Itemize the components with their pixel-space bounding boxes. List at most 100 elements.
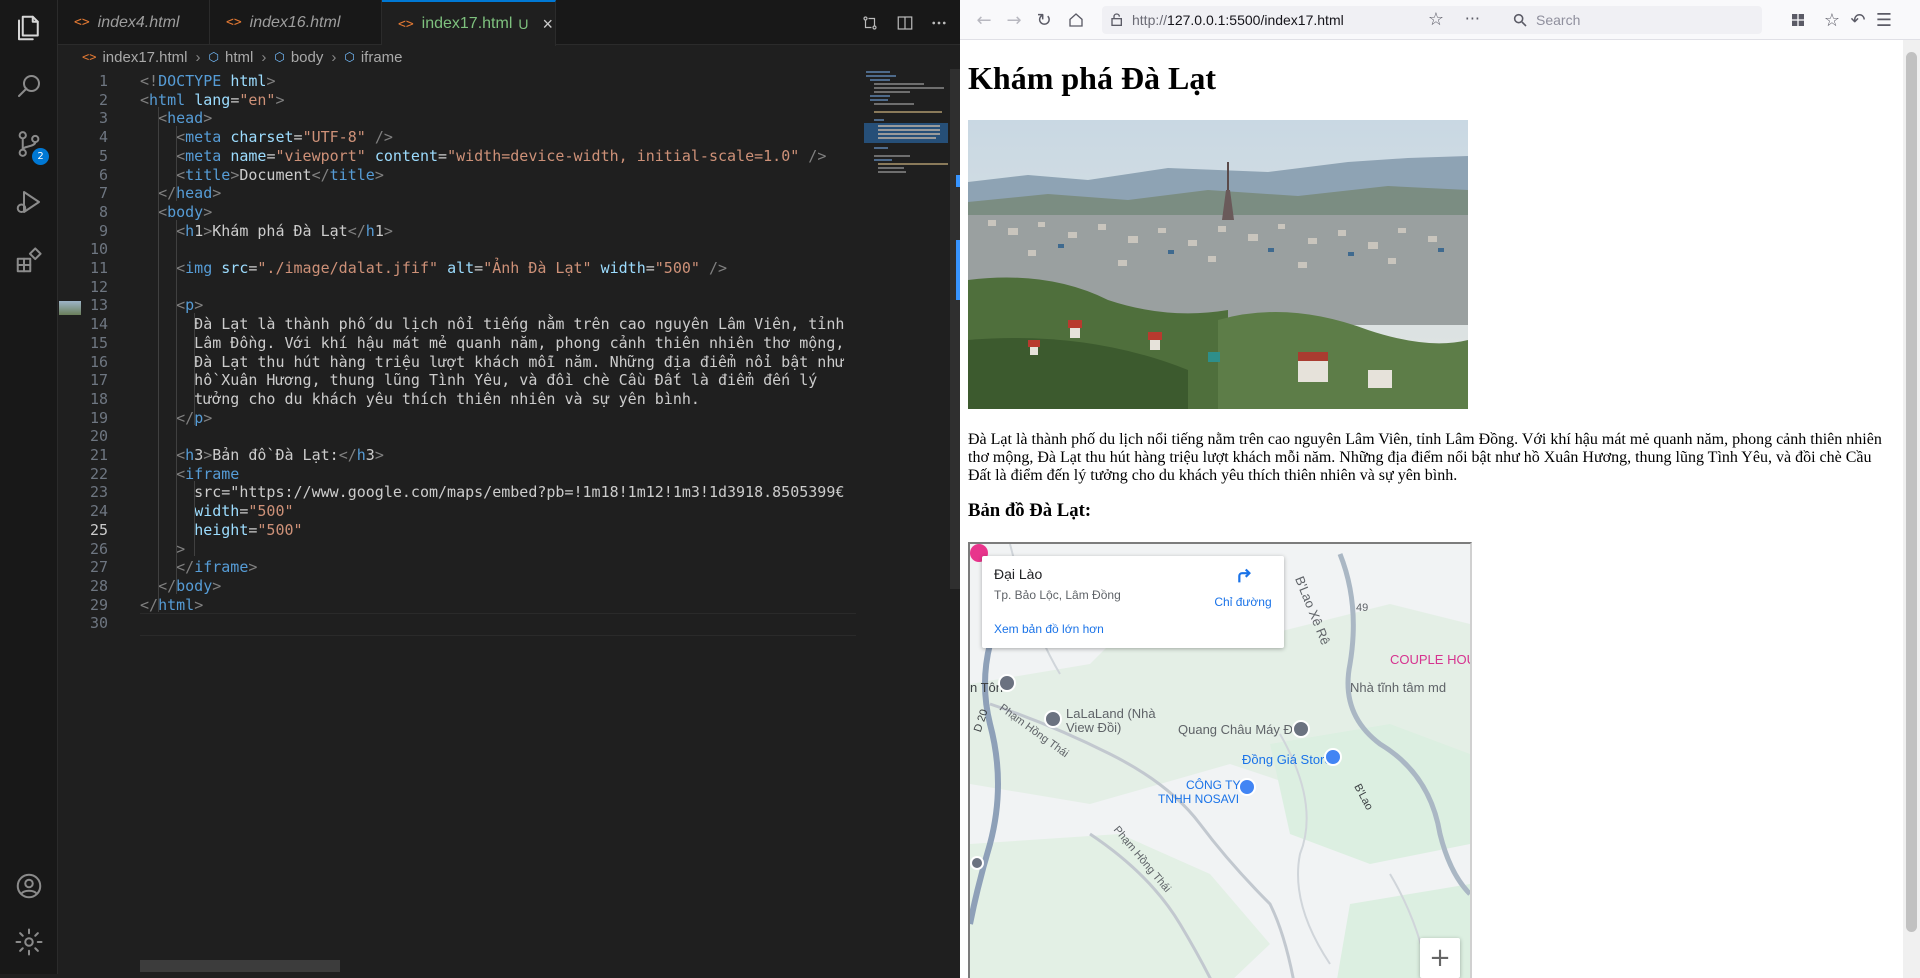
poi-pin-icon[interactable]: [1044, 710, 1062, 728]
source-control-icon[interactable]: 2: [0, 116, 58, 172]
editor-vertical-scrollbar[interactable]: [950, 69, 960, 589]
line-number-gutter: 1 2 3 4 5 6 7 8 9 10 11 12 13 14 15 16 17 18 19 20 21 22 23 24 2…: [58, 69, 140, 978]
chevron-right-icon: ›: [195, 48, 201, 66]
poi-pin-icon[interactable]: [1292, 720, 1310, 738]
element-icon: ⬡: [274, 50, 285, 64]
line-number: 30: [89, 614, 108, 633]
tab-label: index17.html: [421, 15, 513, 32]
untracked-status: U: [518, 16, 529, 32]
breadcrumb-iframe[interactable]: iframe: [361, 49, 403, 66]
code-line[interactable]: <h1>Khám phá Đà Lạt</h1>: [140, 220, 393, 243]
page-heading: Khám phá Đà Lạt: [968, 60, 1217, 96]
more-actions-icon[interactable]: [924, 0, 954, 45]
editor-tabs: <> index4.html <> index16.html <> index1…: [58, 0, 960, 46]
place-subtitle: Tp. Bảo Lộc, Lâm Đồng: [994, 588, 1121, 602]
tab-index4[interactable]: <> index4.html: [58, 0, 210, 45]
editor-horizontal-scrollbar[interactable]: [140, 960, 340, 972]
zoom-in-button[interactable]: +: [1420, 938, 1460, 978]
larger-map-link[interactable]: Xem bản đồ lớn hơn: [994, 622, 1104, 636]
source-control-badge: 2: [32, 148, 49, 165]
extensions-grid-icon[interactable]: [1786, 8, 1810, 32]
poi-label: Quang Châu Máy Đào: [1178, 722, 1308, 737]
browser-toolbar: ← → ↻ http://127.0.0.1:5500/index17.html…: [960, 0, 1920, 40]
screen: 2 <> index4.html <> index16.html <> inde…: [0, 0, 1920, 978]
extensions-icon[interactable]: [0, 232, 58, 288]
poi-label: View Đồi): [1066, 720, 1122, 735]
indent-guide: [176, 219, 177, 594]
search-icon: [1512, 12, 1528, 32]
directions-button[interactable]: Chỉ đường: [1210, 564, 1276, 609]
element-icon: ⬡: [344, 50, 355, 64]
run-debug-icon[interactable]: [0, 174, 58, 230]
code-line[interactable]: <img src="./image/dalat.jfif" alt="Ảnh Đ…: [140, 257, 727, 280]
forward-arrow-icon[interactable]: →: [1002, 8, 1026, 32]
close-tab-icon[interactable]: ×: [543, 14, 554, 35]
accounts-icon[interactable]: [0, 858, 58, 914]
html-file-icon: <>: [226, 15, 242, 30]
split-editor-icon[interactable]: [890, 0, 920, 45]
element-icon: ⬡: [208, 50, 219, 64]
indent-guide: [158, 107, 159, 613]
html-file-icon: <>: [398, 16, 414, 32]
poi-label: COUPLE HOU: [1390, 652, 1472, 667]
dalat-photo: [968, 120, 1468, 409]
bookmarks-icon[interactable]: ☆: [1820, 8, 1844, 32]
poi-pin-icon[interactable]: [970, 856, 984, 870]
breadcrumb-body[interactable]: body: [291, 49, 324, 66]
code-line[interactable]: </html>: [140, 594, 203, 617]
breadcrumb: <> index17.html › ⬡ html › ⬡ body › ⬡ if…: [58, 45, 960, 69]
google-map-iframe[interactable]: Đại Lào Tp. Bảo Lộc, Lâm Đồng Xem bản đồ…: [968, 542, 1472, 978]
explorer-icon[interactable]: [0, 0, 58, 56]
place-title: Đại Lào: [994, 566, 1043, 582]
indent-guide: [176, 126, 177, 201]
page-content: Khám phá Đà Lạt Đà Lạt là thành phố du l…: [960, 40, 1903, 978]
compare-changes-icon[interactable]: [855, 0, 885, 45]
tab-index16[interactable]: <> index16.html: [210, 0, 382, 45]
tab-label: index16.html: [249, 13, 341, 31]
back-arrow-icon[interactable]: ←: [972, 8, 996, 32]
poi-label: LaLaLand (Nhà: [1066, 706, 1156, 721]
html-file-icon: <>: [74, 15, 90, 30]
reload-icon[interactable]: ↻: [1032, 8, 1056, 32]
home-icon[interactable]: [1064, 8, 1088, 32]
minimap[interactable]: [860, 69, 950, 969]
page-info-icon[interactable]: [1110, 12, 1126, 28]
road-number: 49: [1356, 602, 1369, 614]
image-preview-glyph: [59, 301, 81, 315]
bookmark-star-icon[interactable]: ☆: [1428, 9, 1444, 30]
url-text[interactable]: http://127.0.0.1:5500/index17.html: [1132, 12, 1344, 28]
map-heading: Bản đồ Đà Lạt:: [968, 500, 1092, 521]
page-scrollbar-thumb[interactable]: [1906, 52, 1917, 932]
code-line[interactable]: tưởng cho du khách yêu thích thiên nhiên…: [140, 388, 700, 411]
vscode-window: 2 <> index4.html <> index16.html <> inde…: [0, 0, 960, 978]
breadcrumb-html[interactable]: html: [225, 49, 253, 66]
history-undo-icon[interactable]: ↶: [1846, 8, 1870, 32]
chevron-right-icon: ›: [331, 48, 337, 66]
poi-label: Đồng Giá Store: [1242, 752, 1332, 767]
poi-label: Nhà tĩnh tâm md: [1350, 680, 1447, 695]
directions-icon: [1238, 568, 1251, 583]
chevron-right-icon: ›: [261, 48, 267, 66]
search-box[interactable]: Search: [1504, 6, 1762, 34]
url-path: 127.0.0.1:5500/index17.html: [1167, 12, 1344, 28]
page-actions-icon[interactable]: ···: [1465, 9, 1480, 28]
activity-bar: 2: [0, 0, 58, 978]
indent-guide: [194, 313, 195, 426]
status-bar-edge: [0, 974, 960, 978]
shop-pin-icon[interactable]: [1238, 778, 1256, 796]
browser-window: ← → ↻ http://127.0.0.1:5500/index17.html…: [960, 0, 1920, 978]
code-editor[interactable]: <!DOCTYPE html> <html lang="en"> <head> <…: [140, 69, 856, 959]
poi-pin-icon[interactable]: [998, 674, 1016, 692]
html-file-icon: <>: [82, 50, 97, 64]
breadcrumb-file[interactable]: index17.html: [102, 49, 187, 66]
settings-gear-icon[interactable]: [0, 914, 58, 970]
address-bar[interactable]: http://127.0.0.1:5500/index17.html ☆ ···: [1102, 6, 1510, 34]
tab-label: index4.html: [97, 13, 180, 31]
search-icon[interactable]: [0, 58, 58, 114]
intro-paragraph: Đà Lạt là thành phố du lịch nổi tiếng nằ…: [968, 431, 1882, 484]
shop-pin-icon[interactable]: [1324, 748, 1342, 766]
url-scheme: http://: [1132, 12, 1168, 28]
tab-index17[interactable]: <> index17.html U ×: [382, 0, 556, 46]
poi-label: CÔNG TY: [1186, 778, 1241, 792]
menu-hamburger-icon[interactable]: ☰: [1872, 8, 1896, 32]
